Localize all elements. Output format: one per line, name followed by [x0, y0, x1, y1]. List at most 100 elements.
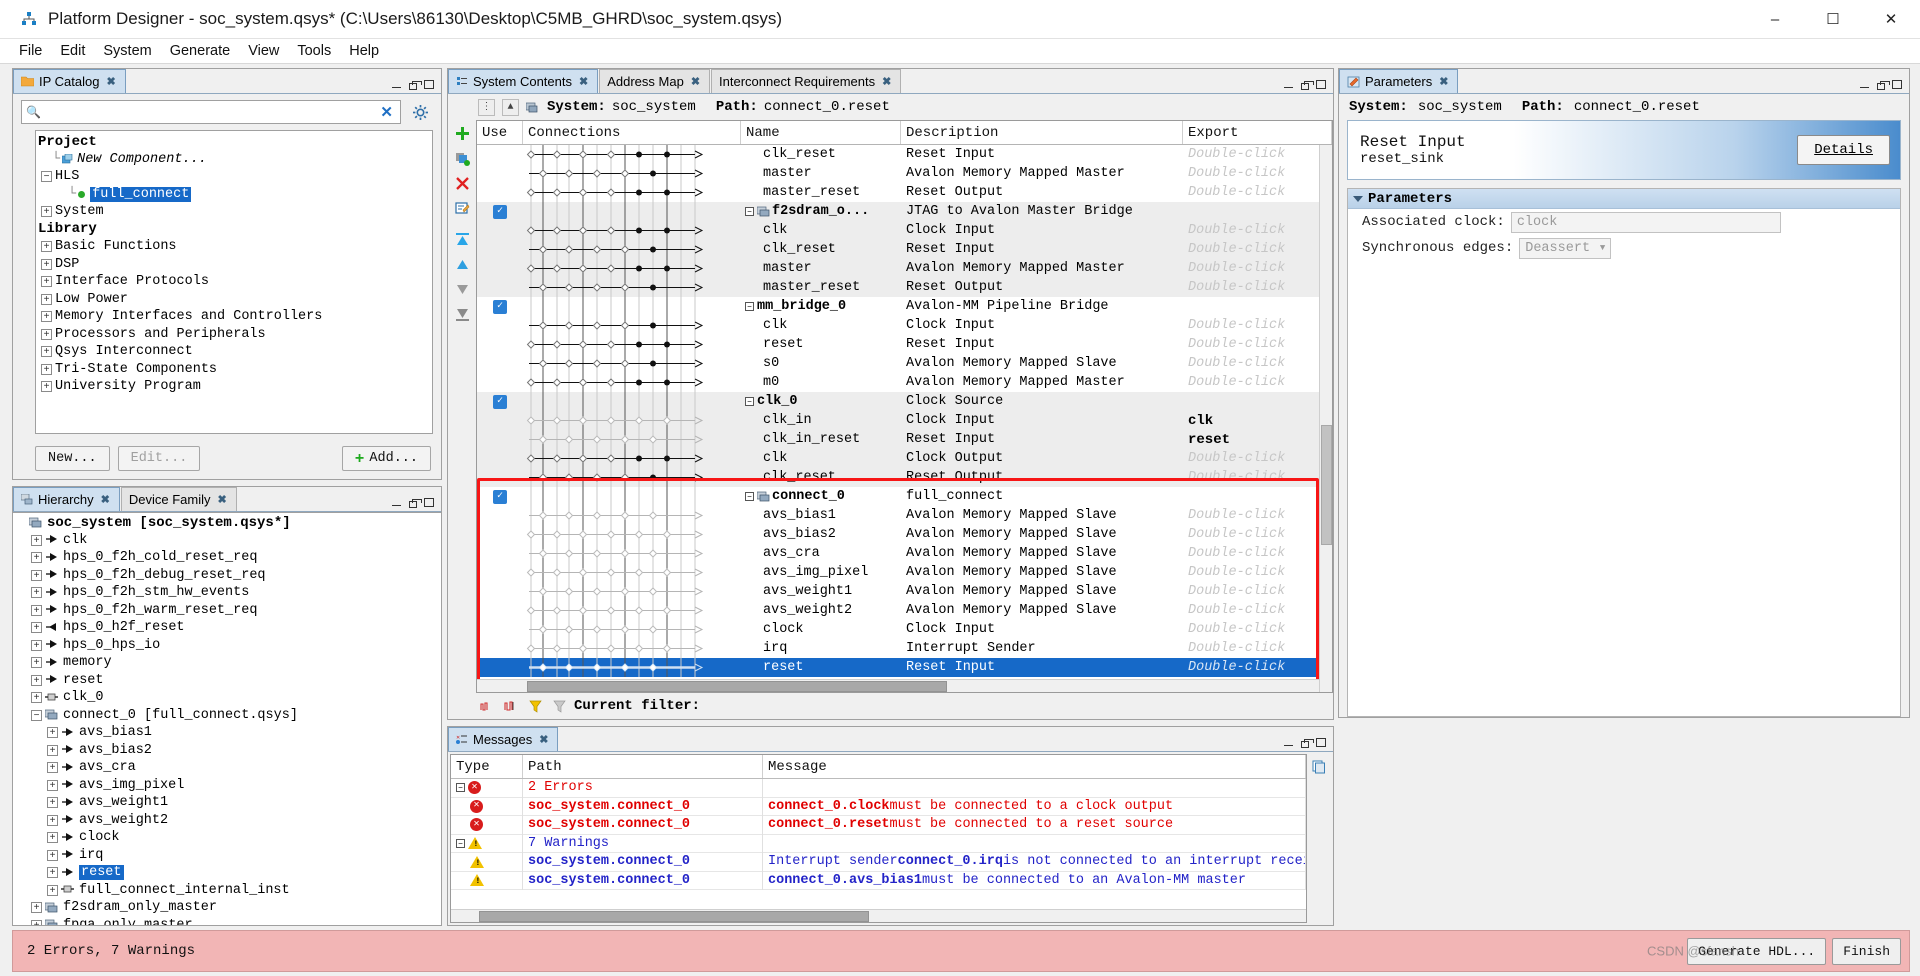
- gear-icon[interactable]: [407, 100, 433, 124]
- use-checkbox-cell[interactable]: [477, 620, 523, 639]
- move-top-icon[interactable]: [453, 230, 471, 248]
- table-row[interactable]: m0 Avalon Memory Mapped Master Double-clic…: [477, 373, 1332, 392]
- table-row[interactable]: avs_bias2 Avalon Memory Mapped Slave Doubl…: [477, 525, 1332, 544]
- use-checkbox-cell[interactable]: ✓: [477, 297, 523, 316]
- table-row[interactable]: clk_reset Reset Input Double-click: [477, 240, 1332, 259]
- hierarchy-item[interactable]: + clock: [13, 829, 441, 847]
- table-row[interactable]: master Avalon Memory Mapped Master Double-…: [477, 259, 1332, 278]
- connections-cell[interactable]: [523, 373, 741, 392]
- move-up-icon[interactable]: ▲: [502, 98, 519, 116]
- use-checkbox-cell[interactable]: [477, 259, 523, 278]
- export-cell[interactable]: [1183, 202, 1332, 221]
- hierarchy-item[interactable]: + avs_weight2: [13, 812, 441, 830]
- connections-cell[interactable]: [523, 449, 741, 468]
- connections-cell[interactable]: [523, 354, 741, 373]
- search-input[interactable]: [44, 103, 378, 121]
- connections-cell[interactable]: [523, 392, 741, 411]
- filter-signals-icon[interactable]: [478, 697, 496, 715]
- connections-cell[interactable]: [523, 639, 741, 658]
- use-checkbox[interactable]: ✓: [493, 489, 507, 504]
- tab-ip-catalog[interactable]: IP Catalog ✖: [13, 69, 126, 93]
- edit-icon[interactable]: [453, 199, 471, 217]
- table-row[interactable]: avs_weight1 Avalon Memory Mapped Slave Dou…: [477, 582, 1332, 601]
- close-icon[interactable]: ✖: [579, 75, 588, 88]
- ip-tree-item[interactable]: + Low Power: [38, 291, 432, 309]
- minimize-icon[interactable]: [1283, 79, 1294, 90]
- synchronous-edges-select[interactable]: Deassert ▼: [1519, 237, 1612, 259]
- export-cell[interactable]: Double-click: [1183, 221, 1332, 240]
- maximize-icon[interactable]: [424, 80, 434, 89]
- vertical-scrollbar[interactable]: [1319, 145, 1332, 692]
- search-input-wrapper[interactable]: 🔍 ✕: [21, 100, 401, 124]
- use-checkbox-cell[interactable]: [477, 164, 523, 183]
- maximize-button[interactable]: ☐: [1804, 0, 1862, 39]
- table-row[interactable]: master_reset Reset Output Double-click: [477, 183, 1332, 202]
- table-row[interactable]: clock Clock Input Double-click: [477, 620, 1332, 639]
- close-icon[interactable]: ✖: [691, 75, 700, 88]
- use-checkbox-cell[interactable]: [477, 430, 523, 449]
- export-cell[interactable]: Double-click: [1183, 468, 1332, 487]
- export-cell[interactable]: Double-click: [1183, 354, 1332, 373]
- duplicate-icon[interactable]: [453, 149, 471, 167]
- connections-cell[interactable]: [523, 335, 741, 354]
- minimize-icon[interactable]: [391, 79, 402, 90]
- restore-icon[interactable]: [1301, 80, 1314, 90]
- use-checkbox-cell[interactable]: [477, 525, 523, 544]
- expand-icon[interactable]: +: [31, 919, 42, 925]
- close-icon[interactable]: ✖: [217, 493, 226, 506]
- message-row[interactable]: soc_system.connect_0Interrupt sender con…: [451, 852, 1306, 872]
- expand-icon[interactable]: +: [31, 674, 42, 686]
- message-row[interactable]: ✕ soc_system.connect_0 connect_0.clock mus…: [451, 797, 1306, 816]
- hierarchy-item[interactable]: + hps_0_hps_io: [13, 637, 441, 655]
- hierarchy-item[interactable]: + fpga_only_master: [13, 917, 441, 925]
- use-checkbox[interactable]: ✓: [493, 394, 507, 409]
- table-row[interactable]: avs_bias1 Avalon Memory Mapped Slave Doubl…: [477, 506, 1332, 525]
- export-cell[interactable]: Double-click: [1183, 316, 1332, 335]
- connections-cell[interactable]: [523, 221, 741, 240]
- export-cell[interactable]: Double-click: [1183, 601, 1332, 620]
- export-cell[interactable]: Double-click: [1183, 582, 1332, 601]
- tab-system-contents[interactable]: System Contents ✖: [448, 69, 599, 93]
- hierarchy-item[interactable]: + avs_img_pixel: [13, 777, 441, 795]
- maximize-icon[interactable]: [1892, 80, 1902, 89]
- expand-icon[interactable]: +: [31, 902, 42, 914]
- expand-icon[interactable]: +: [47, 884, 58, 896]
- connections-cell[interactable]: [523, 202, 741, 221]
- maximize-icon[interactable]: [1316, 738, 1326, 747]
- tab-interconnect-requirements[interactable]: Interconnect Requirements ✖: [711, 69, 902, 93]
- close-icon[interactable]: ✖: [106, 75, 115, 88]
- export-cell[interactable]: Double-click: [1183, 335, 1332, 354]
- use-checkbox-cell[interactable]: [477, 506, 523, 525]
- connections-cell[interactable]: [523, 468, 741, 487]
- parameters-section-header[interactable]: Parameters: [1348, 189, 1900, 209]
- delete-icon[interactable]: [453, 174, 471, 192]
- tab-address-map[interactable]: Address Map ✖: [599, 69, 711, 93]
- maximize-icon[interactable]: [1316, 80, 1326, 89]
- tab-device-family[interactable]: Device Family ✖: [120, 487, 237, 511]
- expand-icon[interactable]: +: [41, 258, 52, 270]
- close-icon[interactable]: ✖: [882, 75, 891, 88]
- move-bottom-icon[interactable]: [453, 305, 471, 323]
- table-body[interactable]: clk_reset Reset Input Double-click master Av…: [477, 145, 1332, 679]
- use-checkbox-cell[interactable]: [477, 335, 523, 354]
- connections-cell[interactable]: [523, 259, 741, 278]
- horizontal-scrollbar[interactable]: [477, 679, 1332, 692]
- export-cell[interactable]: clk: [1183, 411, 1332, 430]
- hierarchy-item[interactable]: + hps_0_f2h_debug_reset_req: [13, 567, 441, 585]
- table-row[interactable]: ✓ − connect_0 full_connect: [477, 487, 1332, 506]
- restore-icon[interactable]: [1301, 738, 1314, 748]
- connections-cell[interactable]: [523, 544, 741, 563]
- table-row[interactable]: clk Clock Input Double-click: [477, 316, 1332, 335]
- expand-icon[interactable]: +: [31, 604, 42, 616]
- export-cell[interactable]: Double-click: [1183, 183, 1332, 202]
- table-row[interactable]: reset Reset Input Double-click: [477, 335, 1332, 354]
- table-row[interactable]: clk Clock Input Double-click: [477, 221, 1332, 240]
- hierarchy-item[interactable]: + hps_0_f2h_warm_reset_req: [13, 602, 441, 620]
- export-cell[interactable]: Double-click: [1183, 449, 1332, 468]
- use-checkbox-cell[interactable]: [477, 544, 523, 563]
- collapse-icon[interactable]: −: [745, 397, 754, 406]
- expand-icon[interactable]: +: [47, 744, 58, 756]
- minimize-icon[interactable]: [391, 497, 402, 508]
- ip-tree-item[interactable]: Library: [38, 221, 432, 239]
- connections-cell[interactable]: [523, 278, 741, 297]
